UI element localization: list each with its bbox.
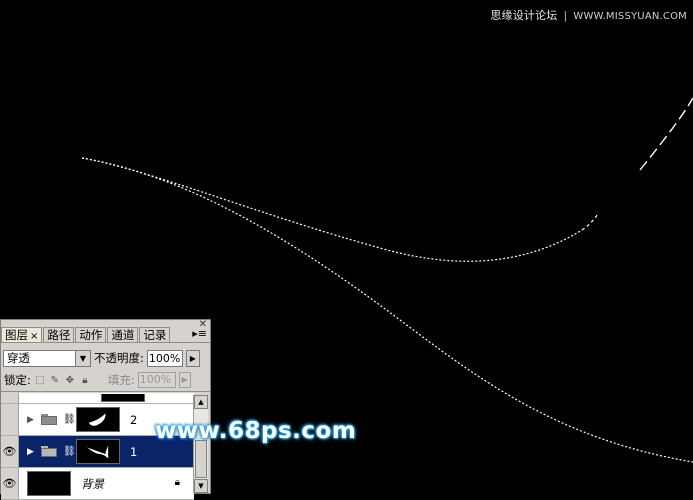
layers-scrollbar[interactable]: ▲ ▼	[193, 395, 208, 493]
lock-icon: 🔒︎	[174, 477, 180, 488]
link-icon: ⛓	[63, 414, 76, 425]
scrollbar-thumb[interactable]	[195, 440, 207, 478]
lock-pixels-icon[interactable]: ✎	[49, 374, 61, 386]
layer-thumbnail	[27, 471, 71, 496]
expand-arrow-icon[interactable]: ▶	[27, 447, 37, 457]
tab-paths[interactable]: 路径	[43, 327, 75, 342]
panel-menu-icon[interactable]: ▸≡	[192, 327, 207, 340]
layer-name[interactable]: 背景	[81, 476, 104, 492]
fill-input[interactable]: 100%	[137, 372, 176, 388]
layers-list: ▶ ⛓ 2 👁︎ ▶ ⛓ 1 👁︎ 背景 🔒︎	[1, 393, 194, 500]
tab-actions[interactable]: 动作	[75, 327, 107, 342]
lock-all-icon[interactable]: 🔒︎	[79, 374, 91, 386]
blend-opacity-row: 穿透 ▼ 不透明度: 100% ▶	[1, 347, 210, 369]
tab-close-icon[interactable]: ×	[30, 331, 38, 342]
lock-fill-row: 锁定: ⬚ ✎ ✥ 🔒︎ 填充: 100% ▶	[1, 369, 210, 392]
tab-history[interactable]: 记录	[139, 327, 171, 342]
lock-label: 锁定:	[4, 373, 31, 387]
blend-mode-select[interactable]: 穿透 ▼	[3, 349, 91, 367]
link-icon: ⛓	[63, 446, 76, 457]
visibility-toggle[interactable]	[1, 404, 19, 435]
eye-icon[interactable]: 👁︎	[1, 468, 19, 499]
opacity-input[interactable]: 100%	[146, 349, 183, 367]
layer-name[interactable]: 2	[130, 413, 137, 427]
lock-position-icon[interactable]: ✥	[64, 374, 76, 386]
scroll-up-icon[interactable]: ▲	[194, 395, 208, 409]
layer-row-background[interactable]: 👁︎ 背景 🔒︎	[1, 468, 194, 500]
chevron-down-icon[interactable]: ▼	[75, 350, 90, 366]
top-watermark: 思缘设计论坛 | WWW.MISSYUAN.COM	[490, 9, 687, 22]
panel-tabs: 图层 × 路径 动作 通道 记录 ▸≡	[1, 327, 210, 343]
folder-icon	[41, 446, 57, 457]
scroll-down-icon[interactable]: ▼	[194, 479, 208, 493]
folder-icon	[41, 414, 57, 425]
layer-thumbnail	[101, 394, 145, 402]
layer-mask-thumbnail[interactable]	[76, 407, 120, 432]
eye-icon[interactable]: 👁︎	[1, 436, 19, 467]
visibility-toggle[interactable]	[1, 393, 19, 403]
layer-name[interactable]: 1	[130, 445, 137, 459]
fill-slider-button[interactable]: ▶	[178, 372, 191, 388]
tab-channels[interactable]: 通道	[107, 327, 139, 342]
opacity-label: 不透明度:	[94, 351, 144, 365]
expand-arrow-icon[interactable]: ▶	[27, 415, 37, 425]
tab-layers[interactable]: 图层 ×	[1, 327, 43, 342]
tab-label: 图层	[5, 328, 28, 342]
layer-mask-thumbnail[interactable]	[76, 439, 120, 464]
opacity-slider-button[interactable]: ▶	[185, 349, 200, 367]
layer-row-partial[interactable]	[1, 393, 194, 404]
blend-mode-value: 穿透	[7, 351, 30, 365]
lock-transparent-icon[interactable]: ⬚	[34, 374, 46, 386]
layers-panel: ✕ 图层 × 路径 动作 通道 记录 ▸≡ 穿透 ▼ 不透明度: 100% ▶ 锁…	[0, 319, 211, 500]
panel-title-bar[interactable]: ✕	[1, 319, 210, 330]
center-watermark: www.68ps.com	[155, 418, 357, 444]
watermark-site-url: WWW.MISSYUAN.COM	[573, 11, 687, 22]
fill-label: 填充:	[107, 373, 135, 387]
watermark-site-name: 思缘设计论坛	[490, 9, 558, 22]
